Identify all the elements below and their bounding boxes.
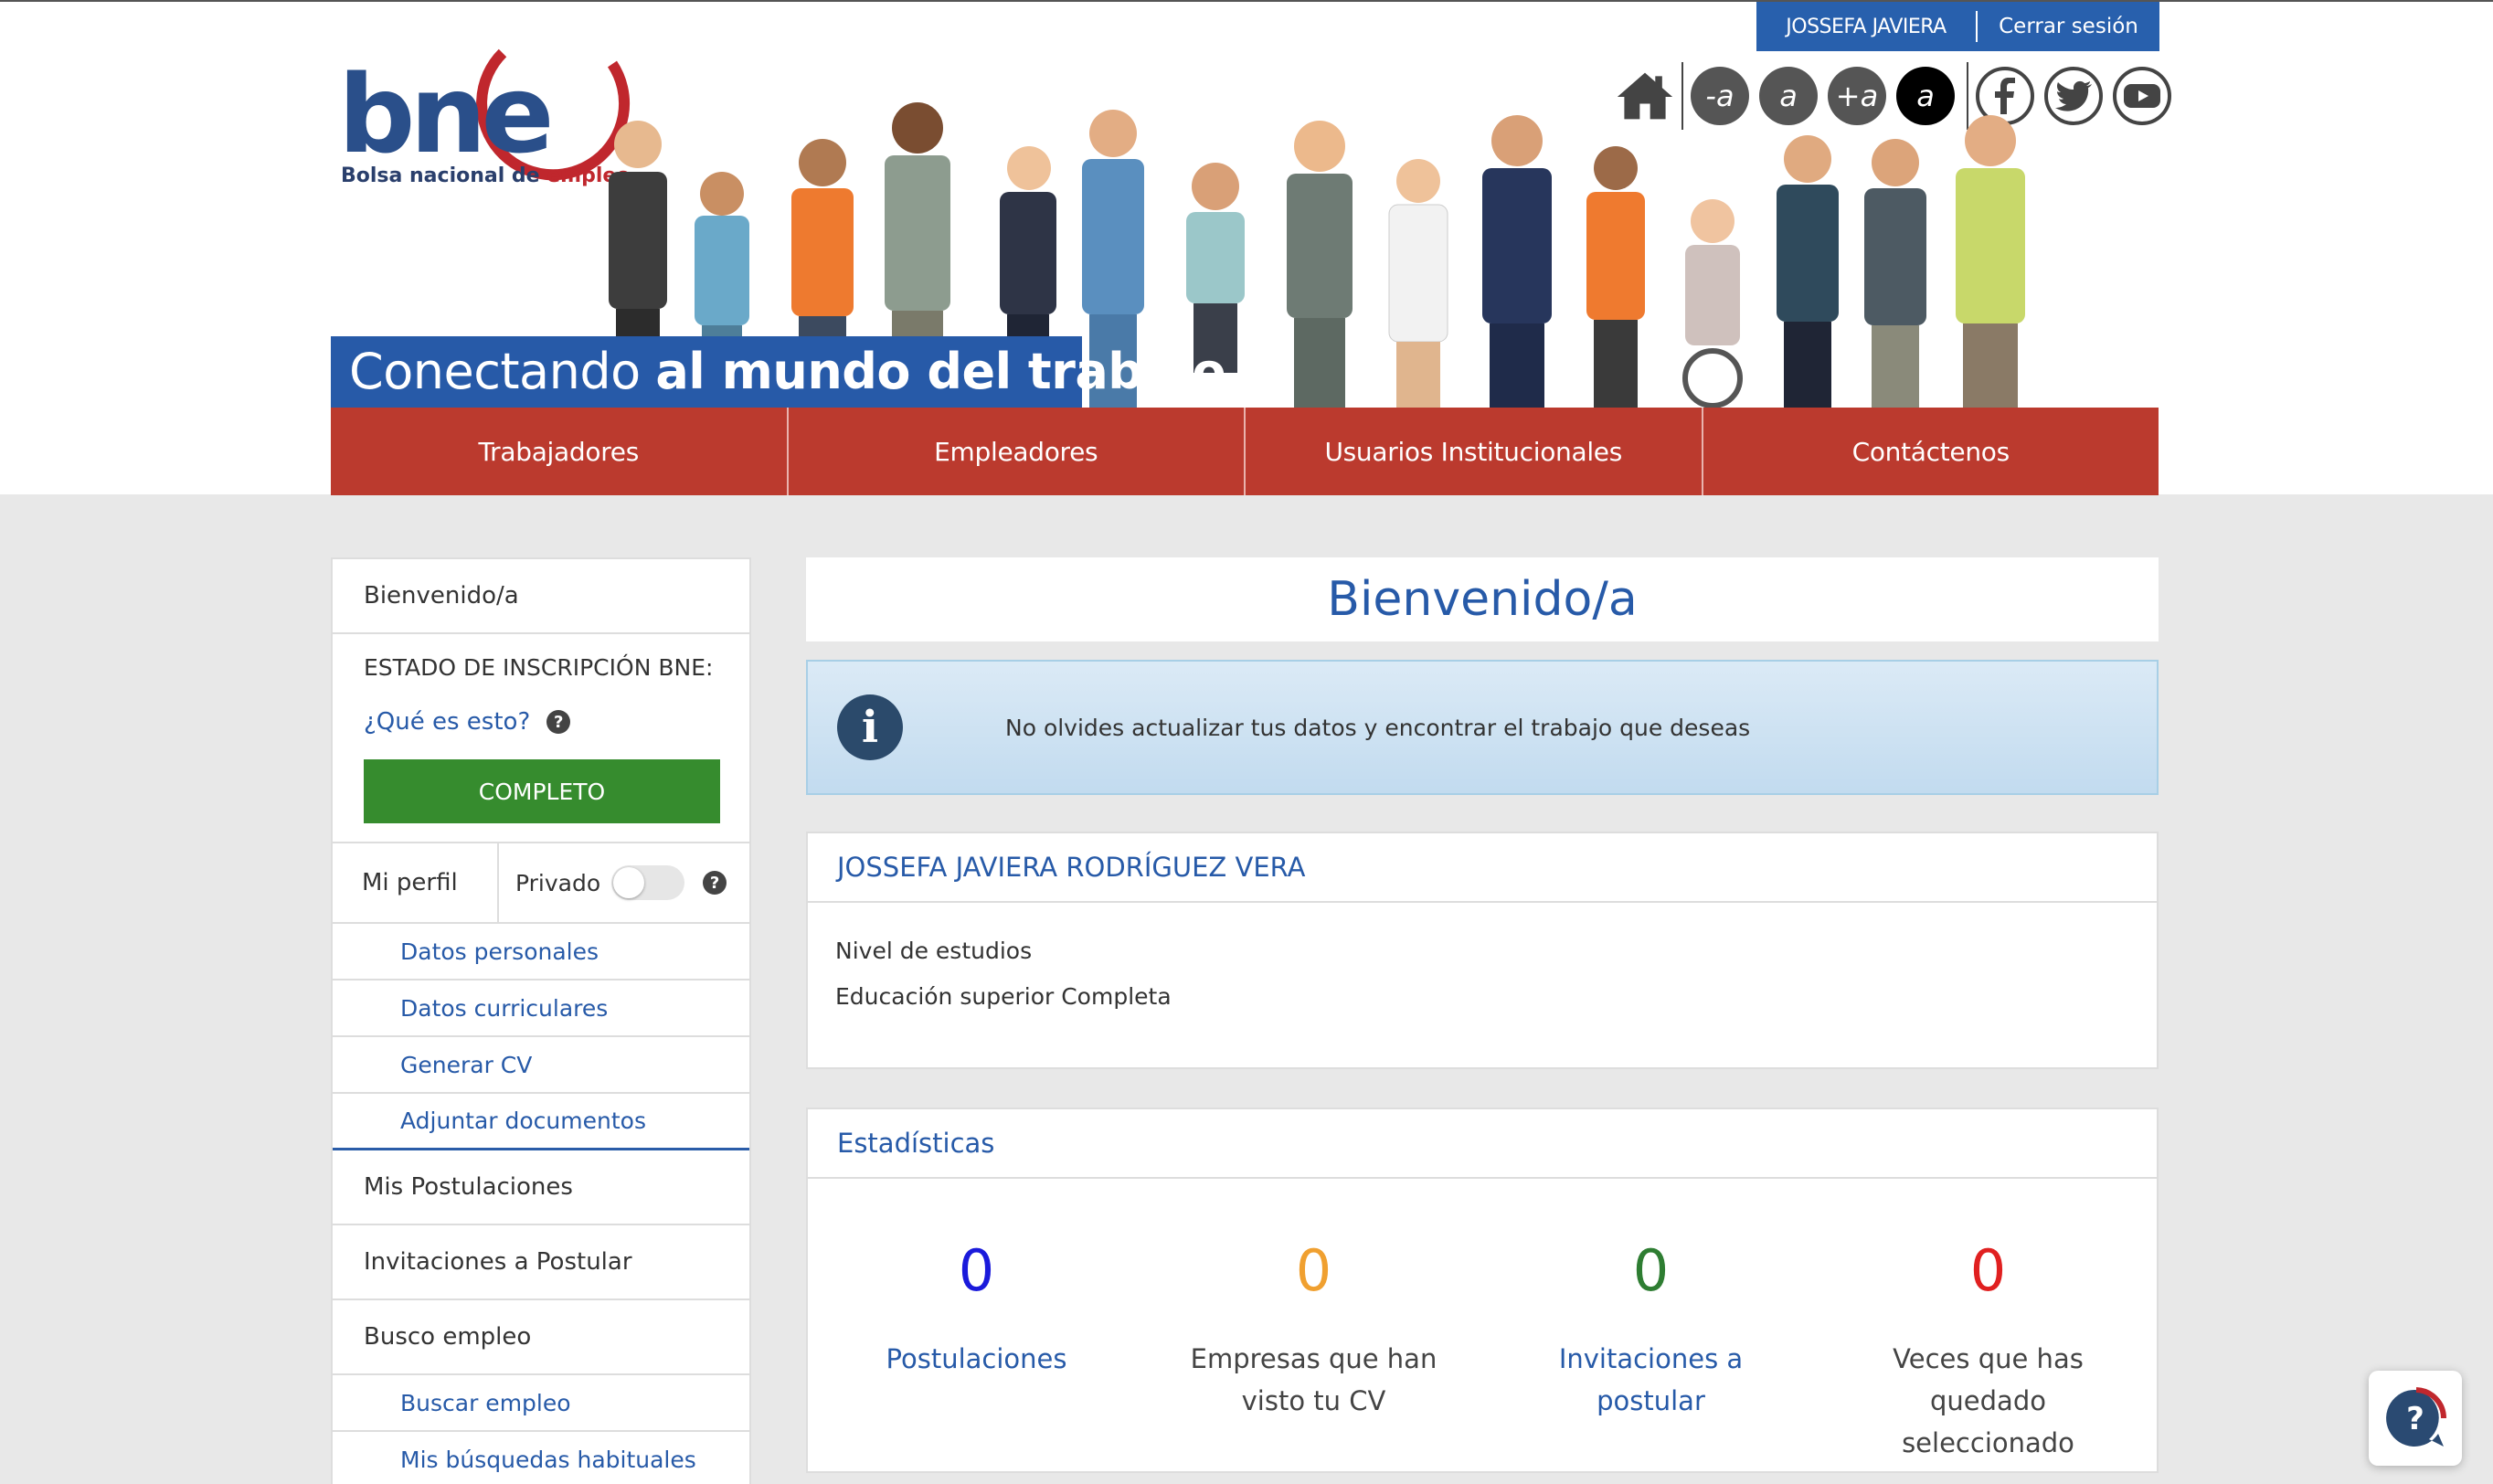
profile-name: JOSSEFA JAVIERA RODRÍGUEZ VERA	[808, 833, 2157, 903]
stat-label[interactable]: Postulaciones	[808, 1338, 1145, 1380]
stat-label: Empresas que han visto tu CV	[1190, 1343, 1437, 1416]
sidebar-item-saved-searches[interactable]: Mis búsquedas habituales	[333, 1432, 749, 1484]
stat-value: 0	[1969, 1237, 2007, 1304]
stat-value: 0	[1295, 1237, 1332, 1304]
statistics-title: Estadísticas	[808, 1109, 2157, 1179]
sidebar-item-my-applications[interactable]: Mis Postulaciones	[333, 1150, 749, 1225]
profile-body: Nivel de estudios Educación superior Com…	[808, 903, 2157, 1045]
sidebar-item-job-search[interactable]: Busco empleo	[333, 1300, 749, 1375]
info-icon: i	[837, 694, 903, 760]
stat-applications: 0 Postulaciones	[808, 1239, 1145, 1464]
private-label: Privado	[515, 869, 601, 896]
site-header: JOSSEFA JAVIERA Cerrar sesión bne Bolsa …	[0, 0, 2493, 495]
stat-label: Veces que has quedado seleccionado	[1893, 1343, 2084, 1458]
page-title: Bienvenido/a	[806, 557, 2159, 641]
stat-invitations: 0 Invitaciones a postular	[1482, 1239, 1819, 1464]
sidebar-item-welcome[interactable]: Bienvenido/a	[333, 559, 749, 634]
sidebar: Bienvenido/a ESTADO DE INSCRIPCIÓN BNE: …	[331, 557, 751, 1484]
youtube-icon[interactable]	[2113, 67, 2171, 125]
stat-times-selected: 0 Veces que has quedado seleccionado	[1819, 1239, 2157, 1464]
chat-help-icon: ?	[2386, 1387, 2446, 1447]
help-chat-button[interactable]: ?	[2369, 1371, 2462, 1466]
alert-message: No olvides actualizar tus datos y encont…	[1005, 714, 1751, 741]
nav-empleadores[interactable]: Empleadores	[789, 408, 1246, 495]
user-name[interactable]: JOSSEFA JAVIERA	[1756, 16, 1976, 38]
statistics-panel: Estadísticas 0 Postulaciones 0 Empresas …	[806, 1108, 2159, 1473]
stat-label[interactable]: Invitaciones a postular	[1482, 1338, 1819, 1422]
main-nav: Trabajadores Empleadores Usuarios Instit…	[331, 408, 2159, 495]
stat-value: 0	[1632, 1237, 1670, 1304]
logo-mark: bne	[338, 51, 549, 177]
education-value: Educación superior Completa	[835, 983, 1172, 1010]
private-toggle[interactable]	[611, 865, 685, 900]
status-title: ESTADO DE INSCRIPCIÓN BNE:	[364, 654, 714, 681]
nav-trabajadores[interactable]: Trabajadores	[331, 408, 789, 495]
profile-row: Mi perfil Privado ?	[333, 843, 749, 924]
info-alert: i No olvides actualizar tus datos y enco…	[806, 660, 2159, 795]
sidebar-item-invitations[interactable]: Invitaciones a Postular	[333, 1225, 749, 1300]
nav-contactenos[interactable]: Contáctenos	[1703, 408, 2159, 495]
education-label: Nivel de estudios	[835, 938, 1033, 964]
user-bar: JOSSEFA JAVIERA Cerrar sesión	[1756, 2, 2159, 51]
stat-value: 0	[958, 1237, 995, 1304]
question-icon[interactable]: ?	[703, 871, 727, 895]
stat-companies-viewed: 0 Empresas que han visto tu CV	[1145, 1239, 1482, 1464]
statistics-grid: 0 Postulaciones 0 Empresas que han visto…	[808, 1179, 2157, 1464]
registration-status: ESTADO DE INSCRIPCIÓN BNE: ¿Qué es esto?…	[333, 634, 749, 843]
svg-text:?: ?	[2406, 1401, 2424, 1437]
sidebar-item-my-profile[interactable]: Mi perfil	[333, 843, 499, 922]
status-help: ¿Qué es esto? ?	[364, 708, 720, 736]
slogan-banner: Conectando al mundo del trabajo	[331, 336, 1225, 408]
sidebar-item-attach-documents[interactable]: Adjuntar documentos	[333, 1094, 749, 1150]
sidebar-item-search-job[interactable]: Buscar empleo	[333, 1375, 749, 1432]
what-is-this-link[interactable]: ¿Qué es esto?	[364, 708, 530, 736]
status-badge: COMPLETO	[364, 759, 720, 823]
sidebar-item-personal-data[interactable]: Datos personales	[333, 924, 749, 980]
question-icon[interactable]: ?	[546, 710, 571, 734]
profile-panel: JOSSEFA JAVIERA RODRÍGUEZ VERA Nivel de …	[806, 832, 2159, 1069]
sidebar-item-generate-cv[interactable]: Generar CV	[333, 1037, 749, 1094]
sidebar-item-curricular-data[interactable]: Datos curriculares	[333, 980, 749, 1037]
nav-usuarios-institucionales[interactable]: Usuarios Institucionales	[1246, 408, 1703, 495]
logout-link[interactable]: Cerrar sesión	[1978, 15, 2159, 38]
private-setting: Privado ?	[499, 843, 749, 922]
